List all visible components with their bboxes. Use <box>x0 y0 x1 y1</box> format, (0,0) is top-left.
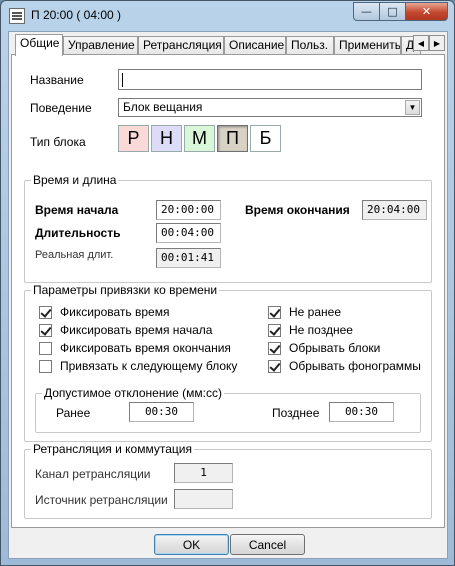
binding-group-title: Параметры привязки ко времени <box>31 283 220 297</box>
relay-group: Ретрансляция и коммутация Канал ретрансл… <box>24 442 432 519</box>
title-bar[interactable]: П 20:00 ( 04:00 ) — □ ✕ <box>1 1 454 31</box>
checkbox-label: Не позднее <box>289 323 353 337</box>
real-duration-label: Реальная длит. <box>35 249 114 261</box>
checkbox-label: Не ранее <box>289 305 341 319</box>
tab-user[interactable]: Польз. <box>286 36 334 55</box>
checkbox-box[interactable] <box>268 359 281 373</box>
checkbox-label: Фиксировать время окончания <box>60 341 231 355</box>
early-tolerance-field[interactable]: 00:30 <box>129 402 194 422</box>
not-later-checkbox[interactable]: Не позднее <box>268 323 353 337</box>
maximize-button[interactable]: □ <box>379 2 405 21</box>
tab-scroll-right-icon[interactable]: ▶ <box>429 35 445 51</box>
checkbox-label: Обрывать фонограммы <box>289 359 421 373</box>
behavior-value: Блок вещания <box>123 100 203 114</box>
checkbox-box[interactable] <box>268 323 281 337</box>
binding-group: Параметры привязки ко времени Фиксироват… <box>24 283 432 442</box>
relay-source-label: Источник ретрансляции <box>35 493 168 507</box>
relay-source-field <box>174 489 233 509</box>
duration-field[interactable]: 00:04:00 <box>156 223 221 243</box>
early-label: Ранее <box>56 406 91 420</box>
tolerance-group: Допустимое отклонение (мм:сс) Ранее 00:3… <box>35 386 421 433</box>
end-time-field: 20:04:00 <box>362 200 427 220</box>
checkbox-box[interactable] <box>39 341 52 355</box>
late-tolerance-field[interactable]: 00:30 <box>329 402 394 422</box>
checkbox-box[interactable] <box>268 305 281 319</box>
checkbox-box[interactable] <box>39 359 52 373</box>
start-time-field[interactable]: 20:00:00 <box>156 200 221 220</box>
tab-relay[interactable]: Ретрансляция <box>138 36 224 55</box>
block-type-m-button[interactable]: М <box>184 125 215 152</box>
block-type-selector: Р Н М П Б <box>118 125 283 153</box>
fix-start-time-checkbox[interactable]: Фиксировать время начала <box>39 323 212 337</box>
minimize-button[interactable]: — <box>353 2 379 21</box>
checkbox-label: Обрывать блоки <box>289 341 381 355</box>
window-title: П 20:00 ( 04:00 ) <box>31 8 122 22</box>
block-type-r-button[interactable]: Р <box>118 125 149 152</box>
start-time-label: Время начала <box>35 203 119 217</box>
behavior-select[interactable]: Блок вещания ▼ <box>118 98 422 117</box>
text-caret <box>122 73 123 87</box>
block-type-p-button[interactable]: П <box>217 125 248 152</box>
close-button[interactable]: ✕ <box>405 2 448 21</box>
tab-strip: Общие Управление Ретрансляция Описание П… <box>11 34 445 56</box>
bind-next-block-checkbox[interactable]: Привязать к следующему блоку <box>39 359 237 373</box>
checkbox-label: Фиксировать время начала <box>60 323 213 337</box>
end-time-label: Время окончания <box>245 203 350 217</box>
chevron-down-icon[interactable]: ▼ <box>405 100 420 115</box>
cancel-button[interactable]: Cancel <box>230 534 305 555</box>
checkbox-box[interactable] <box>268 341 281 355</box>
dialog-client: Общие Управление Ретрансляция Описание П… <box>8 31 448 559</box>
app-icon <box>9 8 25 24</box>
relay-channel-label: Канал ретрансляции <box>35 467 151 481</box>
tab-panel-general: Название Поведение Блок вещания ▼ Тип бл… <box>11 54 445 528</box>
checkbox-box[interactable] <box>39 305 52 319</box>
name-input[interactable] <box>118 69 422 90</box>
tab-apply[interactable]: Применить <box>334 36 401 55</box>
checkbox-label: Привязать к следующему блоку <box>60 359 238 373</box>
duration-label: Длительность <box>35 226 121 240</box>
time-group-title: Время и длина <box>31 173 119 187</box>
tab-control[interactable]: Управление <box>63 36 138 55</box>
block-type-label: Тип блока <box>30 135 86 149</box>
checkbox-label: Фиксировать время <box>60 305 170 319</box>
cut-blocks-checkbox[interactable]: Обрывать блоки <box>268 341 380 355</box>
block-type-n-button[interactable]: Н <box>151 125 182 152</box>
checkbox-box[interactable] <box>39 323 52 337</box>
name-label: Название <box>30 73 84 87</box>
behavior-label: Поведение <box>30 101 92 115</box>
not-earlier-checkbox[interactable]: Не ранее <box>268 305 341 319</box>
fix-time-checkbox[interactable]: Фиксировать время <box>39 305 169 319</box>
fix-end-time-checkbox[interactable]: Фиксировать время окончания <box>39 341 231 355</box>
relay-channel-field: 1 <box>174 463 233 483</box>
block-type-b-button[interactable]: Б <box>250 125 281 152</box>
tab-scroll-left-icon[interactable]: ◀ <box>413 35 429 51</box>
ok-button[interactable]: OK <box>154 534 229 555</box>
tab-general[interactable]: Общие <box>15 34 63 56</box>
relay-group-title: Ретрансляция и коммутация <box>31 442 194 456</box>
time-group: Время и длина Время начала 20:00:00 Врем… <box>24 173 432 283</box>
tolerance-group-title: Допустимое отклонение (мм:сс) <box>42 386 224 400</box>
tab-description[interactable]: Описание <box>224 36 286 55</box>
real-duration-field: 00:01:41 <box>156 248 221 268</box>
cut-phonograms-checkbox[interactable]: Обрывать фонограммы <box>268 359 421 373</box>
dialog-window: П 20:00 ( 04:00 ) — □ ✕ Общие Управление… <box>0 0 455 566</box>
late-label: Позднее <box>272 406 320 420</box>
